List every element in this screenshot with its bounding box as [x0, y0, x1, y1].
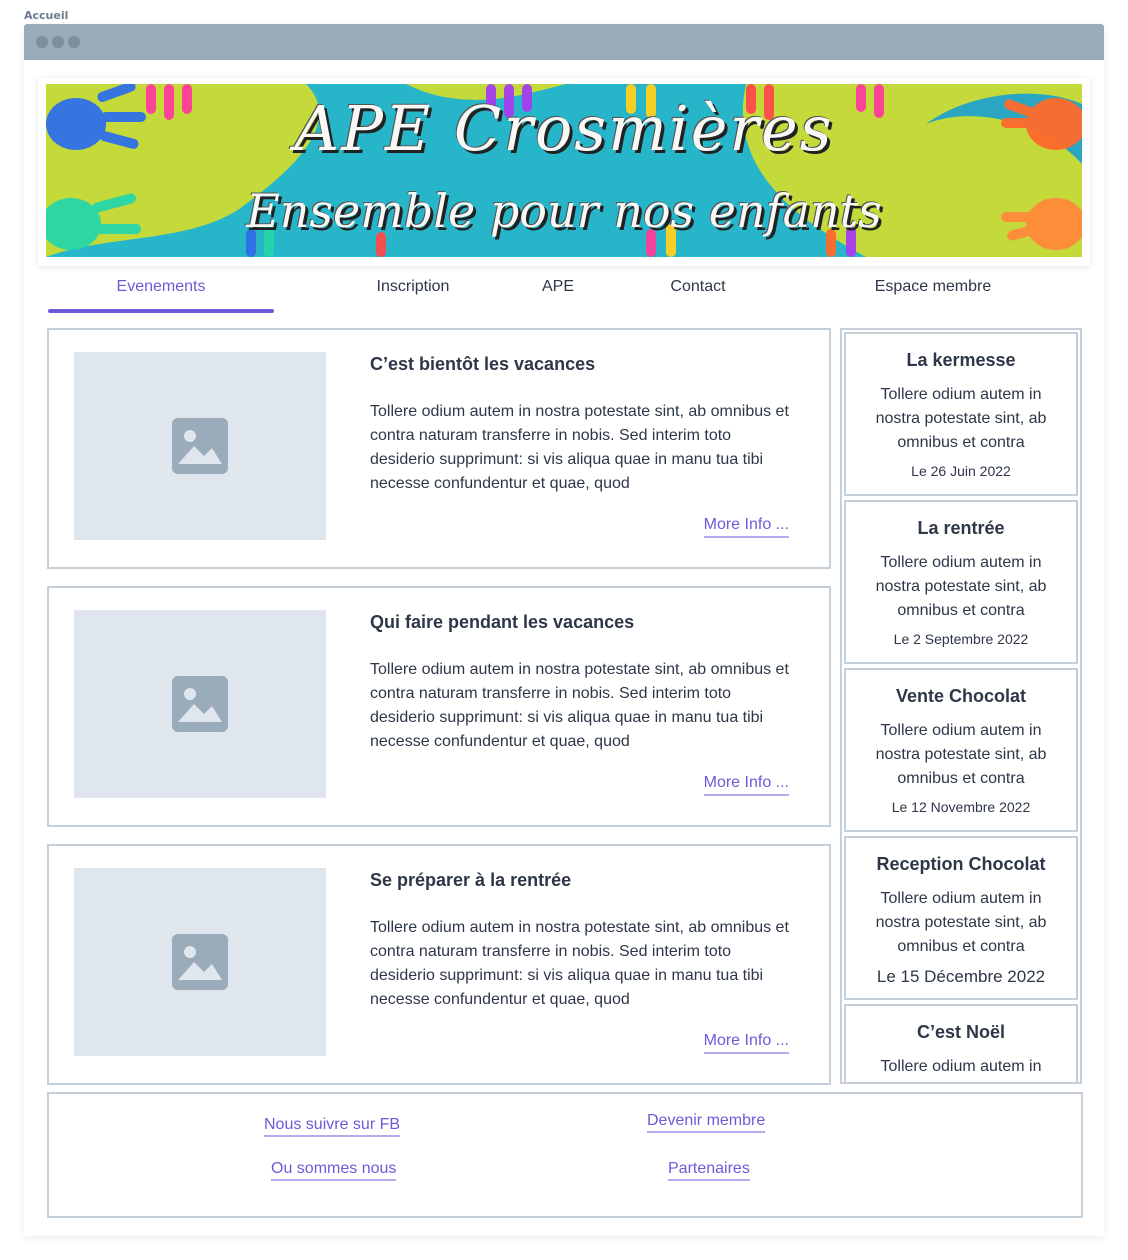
event-body: Tollere odium autem in nostra potestate … [875, 554, 1047, 619]
more-info-link[interactable]: More Info ... [703, 1032, 789, 1054]
nav-active-indicator [48, 309, 274, 313]
event-card[interactable]: C’est Noël Tollere odium autem in [844, 1004, 1078, 1082]
article-card: Se préparer à la rentrée Tollere odium a… [47, 844, 831, 1085]
image-placeholder-icon [172, 934, 228, 990]
nav-contact[interactable]: Contact [658, 278, 738, 296]
window-dot-icon [52, 36, 64, 48]
events-sidebar: La kermesse Tollere odium autem in nostr… [840, 328, 1082, 1084]
event-title: La rentrée [917, 518, 1005, 538]
more-info-link[interactable]: More Info ... [703, 516, 789, 538]
article-title: Se préparer à la rentrée [370, 870, 572, 890]
event-title: Reception Chocolat [876, 854, 1046, 874]
event-date: Le 15 Décembre 2022 [876, 967, 1046, 986]
event-title: Vente Chocolat [895, 686, 1027, 706]
banner: APE Crosmières Ensemble pour nos enfants [38, 78, 1090, 266]
banner-subtitle: Ensemble pour nos enfants [246, 184, 882, 238]
event-body: Tollere odium autem in nostra potestate … [875, 722, 1047, 787]
nav-ape[interactable]: APE [528, 278, 588, 296]
partners-link[interactable]: Partenaires [668, 1160, 750, 1181]
event-body: Tollere odium autem in nostra potestate … [875, 386, 1047, 451]
event-body: Tollere odium autem in [880, 1058, 1042, 1075]
nav-espace-membre[interactable]: Espace membre [858, 278, 1008, 296]
more-info-link[interactable]: More Info ... [703, 774, 789, 796]
event-body: Tollere odium autem in nostra potestate … [875, 890, 1047, 955]
article-image [74, 868, 326, 1056]
event-date: Le 26 Juin 2022 [911, 463, 1011, 479]
event-card[interactable]: La kermesse Tollere odium autem in nostr… [844, 332, 1078, 496]
article-body: Tollere odium autem in nostra potestate … [370, 403, 789, 492]
event-card[interactable]: Reception Chocolat Tollere odium autem i… [844, 836, 1078, 1000]
banner-title: APE Crosmières [294, 92, 834, 165]
follow-fb-link[interactable]: Nous suivre sur FB [264, 1116, 401, 1137]
event-card[interactable]: Vente Chocolat Tollere odium autem in no… [844, 668, 1078, 832]
event-date: Le 2 Septembre 2022 [893, 631, 1029, 647]
nav-inscription[interactable]: Inscription [348, 278, 478, 296]
article-body: Tollere odium autem in nostra potestate … [370, 661, 789, 750]
window-dot-icon [68, 36, 80, 48]
article-title: Qui faire pendant les vacances [370, 612, 635, 632]
article-card: Qui faire pendant les vacances Tollere o… [47, 586, 831, 827]
image-placeholder-icon [172, 418, 228, 474]
image-placeholder-icon [172, 676, 228, 732]
article-body: Tollere odium autem in nostra potestate … [370, 919, 789, 1008]
article-card: C’est bientôt les vacances Tollere odium… [47, 328, 831, 569]
main-nav: Evenements Inscription APE Contact Espac… [48, 272, 1080, 316]
page-label: Accueil [24, 9, 69, 22]
article-image [74, 610, 326, 798]
footer: Nous suivre sur FB Devenir membre Ou som… [47, 1092, 1083, 1218]
window-titlebar [24, 24, 1104, 60]
article-title: C’est bientôt les vacances [370, 354, 596, 374]
window-dot-icon [36, 36, 48, 48]
banner-image: APE Crosmières Ensemble pour nos enfants [46, 84, 1082, 257]
become-member-link[interactable]: Devenir membre [647, 1112, 766, 1133]
browser-window: APE Crosmières Ensemble pour nos enfants… [24, 24, 1104, 1236]
event-card[interactable]: La rentrée Tollere odium autem in nostra… [844, 500, 1078, 664]
article-image [74, 352, 326, 540]
event-title: La kermesse [906, 350, 1016, 370]
event-date: Le 12 Novembre 2022 [891, 799, 1031, 815]
where-we-are-link[interactable]: Ou sommes nous [271, 1160, 397, 1181]
event-title: C’est Noël [916, 1022, 1006, 1042]
nav-evenements[interactable]: Evenements [48, 278, 274, 296]
